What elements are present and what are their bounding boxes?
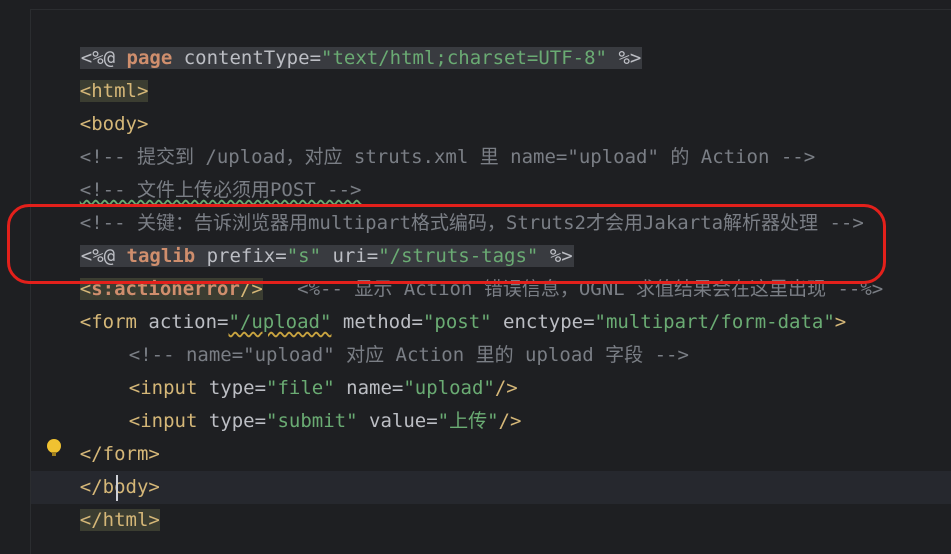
code-editor[interactable]: <%@ page contentType="text/html;charset=… bbox=[0, 0, 951, 554]
code-line-11[interactable]: <input type="file" name="upload"/> bbox=[83, 339, 518, 399]
attr-value: "text/html;charset=UTF-8" bbox=[321, 47, 607, 69]
code-line-13[interactable]: </form> bbox=[34, 405, 160, 465]
directive-close: %> bbox=[607, 47, 642, 69]
attr-name: type= bbox=[197, 410, 267, 432]
text-caret bbox=[116, 475, 118, 501]
current-line-highlight bbox=[31, 471, 951, 504]
attr-value: "上传" bbox=[437, 410, 499, 432]
code-line-10[interactable]: <!-- name="upload" 对应 Action 里的 upload 字… bbox=[83, 306, 689, 366]
code-line-2[interactable]: <html> bbox=[34, 42, 149, 102]
lightbulb-icon[interactable] bbox=[47, 439, 61, 456]
code-line-6[interactable]: <!-- 关键：告诉浏览器用multipart格式编码，Struts2才会用Ja… bbox=[34, 174, 864, 234]
code-line-15[interactable]: </html> bbox=[34, 471, 160, 531]
code-line-5[interactable]: <!-- 文件上传必须用POST --> bbox=[34, 141, 362, 201]
code-line-1[interactable]: <%@ page contentType="text/html;charset=… bbox=[34, 9, 643, 69]
tag-html-close: </html> bbox=[79, 509, 160, 531]
tag-close-bracket: > bbox=[834, 311, 847, 333]
tag-self-close: /> bbox=[498, 410, 522, 432]
attr-name: contentType= bbox=[172, 47, 322, 69]
attr-name: value= bbox=[357, 410, 438, 432]
code-line-4[interactable]: <!-- 提交到 /upload，对应 struts.xml 里 name="u… bbox=[34, 108, 815, 168]
annotation-highlight-box bbox=[7, 204, 886, 284]
attr-value: "submit" bbox=[266, 410, 358, 432]
code-line-3[interactable]: <body> bbox=[34, 75, 149, 135]
code-line-12[interactable]: <input type="submit" value="上传"/> bbox=[83, 372, 522, 432]
